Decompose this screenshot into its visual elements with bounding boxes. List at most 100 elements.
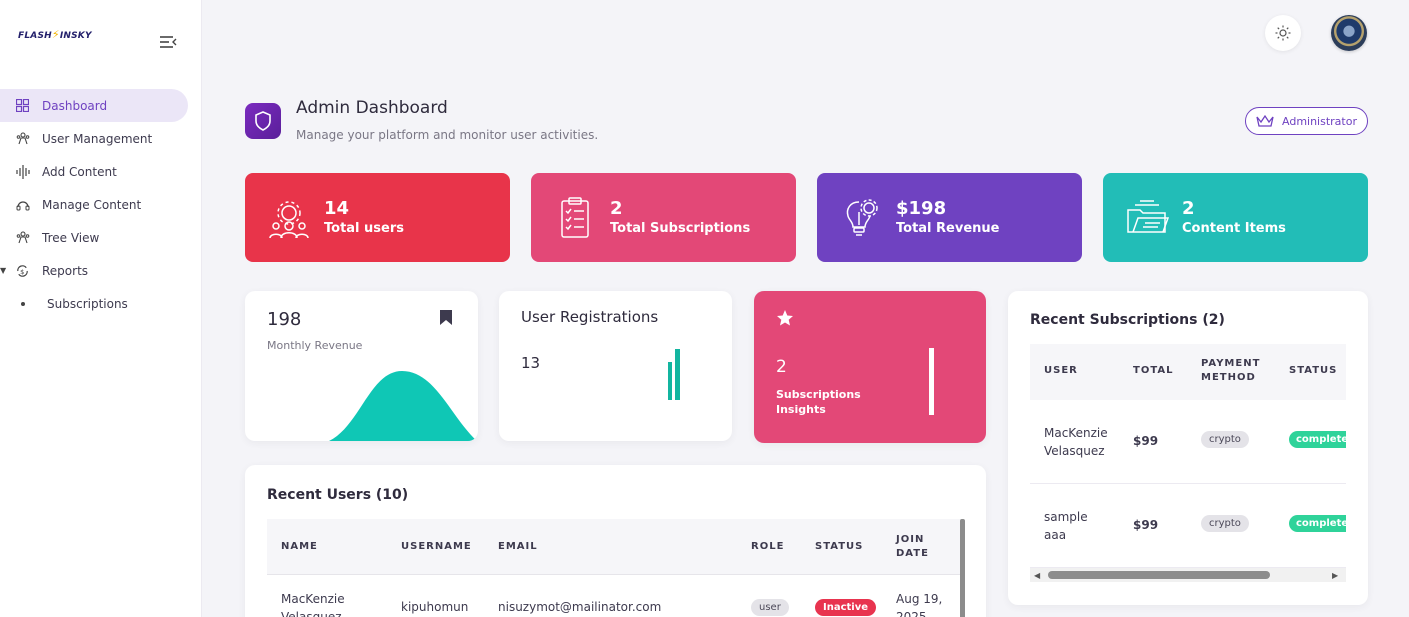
col-header-date: DATE	[896, 548, 929, 559]
horizontal-scrollbar[interactable]: ◀ ▶	[1030, 568, 1346, 582]
col-header-total: TOTAL	[1133, 365, 1174, 376]
users-icon	[15, 131, 30, 146]
cell-user-line1: sample	[1044, 510, 1088, 524]
sidebar-item-user-management[interactable]: User Management	[0, 122, 202, 155]
col-header-method: METHOD	[1201, 372, 1256, 383]
sidebar-item-label: User Management	[42, 131, 153, 146]
sun-icon	[1275, 25, 1291, 41]
sidebar-item-reports[interactable]: ▼ $ Reports	[0, 254, 202, 287]
headset-icon	[15, 197, 30, 212]
shield-icon	[245, 103, 281, 139]
scroll-right-icon[interactable]: ▶	[1332, 571, 1338, 580]
col-header-user: USER	[1044, 365, 1078, 376]
monthly-revenue-card: 198 Monthly Revenue	[245, 291, 478, 441]
crown-icon	[1256, 114, 1274, 127]
sidebar-item-dashboard[interactable]: Dashboard	[0, 89, 188, 122]
cell-user-line2: Velasquez	[1044, 444, 1105, 458]
subscription-insights-label: Subscriptions Insights	[776, 387, 861, 417]
stat-label: Total users	[324, 220, 404, 236]
sidebar-item-tree-view[interactable]: Tree View	[0, 221, 202, 254]
monthly-revenue-label: Monthly Revenue	[267, 339, 363, 352]
refresh-dollar-icon: $	[15, 263, 30, 278]
sidebar: FLASH⚡INSKY Dashboard User Management Ad…	[0, 0, 202, 617]
svg-text:$: $	[20, 267, 24, 275]
stat-value: 14	[324, 197, 350, 219]
subscription-insights-label-line2: Insights	[776, 403, 826, 416]
cell-user: sample aaa	[1044, 508, 1088, 544]
stat-card-content-items[interactable]: 2 Content Items	[1103, 173, 1368, 262]
revenue-area	[329, 371, 477, 441]
stat-card-total-subscriptions[interactable]: 2 Total Subscriptions	[531, 173, 796, 262]
sidebar-item-label: Add Content	[42, 164, 117, 179]
stat-card-total-users[interactable]: 14 Total users	[245, 173, 510, 262]
cell-total: $99	[1133, 518, 1159, 532]
sidebar-item-label: Reports	[42, 263, 89, 278]
cell-user-line2: aaa	[1044, 528, 1067, 542]
table-clip-edge	[1346, 344, 1368, 574]
role-badge: user	[751, 599, 789, 616]
sidebar-item-manage-content[interactable]: Manage Content	[0, 188, 202, 221]
col-header-status: STATUS	[1289, 365, 1338, 376]
user-avatar[interactable]	[1331, 15, 1367, 51]
tree-icon	[15, 230, 30, 245]
sidebar-item-label: Dashboard	[42, 98, 108, 113]
cell-user: MacKenzie Velasquez	[1044, 424, 1108, 460]
sidebar-nav: Dashboard User Management Add Content Ma…	[0, 89, 202, 320]
col-header-join: JOIN	[896, 534, 925, 545]
col-header-payment-method: PAYMENT METHOD	[1201, 357, 1260, 385]
stat-label: Content Items	[1182, 220, 1286, 236]
payment-method-badge: crypto	[1201, 515, 1249, 532]
stat-card-total-revenue[interactable]: $198 Total Revenue	[817, 173, 1082, 262]
lightning-bolt-icon: ⚡	[51, 28, 60, 41]
stat-label: Total Subscriptions	[610, 220, 751, 236]
cell-name: MacKenzie Velasquez	[281, 590, 345, 617]
users-gear-icon	[267, 196, 311, 240]
page-title: Admin Dashboard	[296, 98, 448, 118]
brand-logo[interactable]: FLASH⚡INSKY	[18, 28, 92, 41]
stat-label: Total Revenue	[896, 220, 1000, 236]
scroll-left-icon[interactable]: ◀	[1034, 571, 1040, 580]
vertical-scrollbar[interactable]	[960, 519, 965, 617]
collapse-menu-icon[interactable]	[159, 35, 177, 49]
recent-subscriptions-title: Recent Subscriptions (2)	[1030, 312, 1225, 328]
sidebar-item-label: Manage Content	[42, 197, 142, 212]
status-badge: Inactive	[815, 599, 877, 616]
col-header-email: EMAIL	[498, 541, 538, 552]
stat-value: 2	[1182, 197, 1195, 219]
folder-open-icon	[1125, 196, 1169, 240]
logo-text-right: INSKY	[59, 31, 92, 41]
cell-join-line1: Aug 19,	[896, 592, 943, 606]
cell-total: $99	[1133, 434, 1159, 448]
theme-toggle-button[interactable]	[1265, 15, 1301, 51]
revenue-area-chart	[329, 371, 477, 441]
role-badge[interactable]: Administrator	[1245, 107, 1368, 135]
user-registrations-title: User Registrations	[521, 308, 659, 326]
registration-bar	[675, 349, 680, 400]
scrollbar-thumb[interactable]	[1048, 571, 1270, 579]
recent-users-card: Recent Users (10) NAME USERNAME EMAIL RO…	[245, 465, 986, 617]
cell-join-line2: 2025	[896, 610, 927, 617]
subscription-insights-label-line1: Subscriptions	[776, 388, 861, 401]
logo-text-left: FLASH	[18, 31, 52, 41]
sidebar-item-add-content[interactable]: Add Content	[0, 155, 202, 188]
cell-user-line1: MacKenzie	[1044, 426, 1108, 440]
grid-icon	[15, 98, 30, 113]
registrations-bar-chart	[668, 349, 680, 400]
registration-bar	[668, 362, 672, 400]
insights-bar	[929, 348, 934, 415]
subscription-insights-card: 2 Subscriptions Insights	[754, 291, 986, 443]
bookmark-icon[interactable]	[439, 309, 453, 326]
col-header-name: NAME	[281, 541, 318, 552]
waveform-icon	[15, 164, 30, 179]
caret-down-icon: ▼	[0, 266, 7, 275]
sidebar-item-label: Subscriptions	[47, 296, 128, 311]
sidebar-item-label: Tree View	[42, 230, 100, 245]
recent-subscriptions-card: Recent Subscriptions (2) USER TOTAL PAYM…	[1008, 291, 1368, 605]
col-header-join-date: JOIN DATE	[896, 533, 929, 561]
subscription-insights-value: 2	[776, 357, 787, 377]
role-badge-label: Administrator	[1282, 114, 1357, 128]
sidebar-item-subscriptions[interactable]: Subscriptions	[0, 287, 202, 320]
cell-email: nisuzymot@mailinator.com	[498, 600, 662, 614]
monthly-revenue-value: 198	[267, 309, 302, 330]
cell-username: kipuhomun	[401, 600, 469, 614]
